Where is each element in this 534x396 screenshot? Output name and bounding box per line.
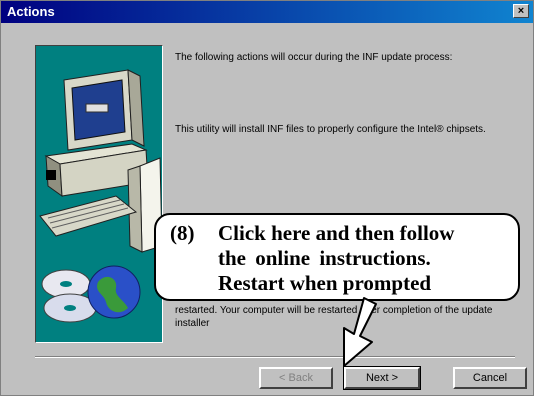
instruction-callout: (8) Click here and then follow the onlin… [154,213,520,301]
computer-icon [36,46,162,342]
cancel-button[interactable]: Cancel [453,367,527,389]
pointer-arrow-icon [343,297,377,367]
separator [35,356,515,358]
intro-message: The following actions will occur during … [175,52,453,63]
next-button[interactable]: Next > [343,366,421,390]
title-bar[interactable]: Actions × [1,1,533,23]
callout-line-1: Click here and then follow [218,221,455,245]
step-number: (8) [170,221,195,245]
dialog-window: Actions × The following actions will occ… [0,0,534,396]
window-title: Actions [7,4,55,19]
callout-line-3: Restart when prompted [218,271,432,295]
install-message: This utility will install INF files to p… [175,124,486,135]
callout-line-2: the online instructions. [218,246,431,270]
setup-illustration [35,45,163,343]
close-icon: × [517,5,525,17]
close-button[interactable]: × [513,4,529,18]
back-button[interactable]: < Back [259,367,333,389]
